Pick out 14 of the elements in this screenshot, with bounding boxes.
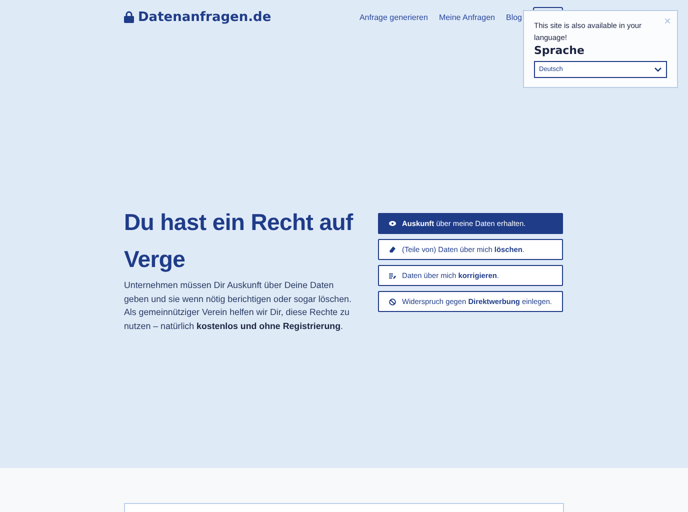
hero-heading: Du hast ein Recht auf Verge <box>124 208 354 274</box>
hero-paragraph: Unternehmen müssen Dir Auskunft über Deine Daten geben und sie wenn nötig berichtigen oder sogar löschen. <box>124 279 352 306</box>
chevron-down-icon <box>654 67 662 72</box>
site-logo[interactable]: Datenanfragen.de <box>138 10 272 24</box>
prohibited-icon <box>389 298 396 306</box>
eraser-icon <box>389 246 396 253</box>
lock-logo-icon <box>124 11 134 23</box>
language-heading: Sprache <box>534 44 586 57</box>
edit-list-icon <box>389 272 396 278</box>
nav-link[interactable]: Meine Anfragen <box>438 12 495 22</box>
hero-paragraph: Als gemeinnütziger Verein helfen wir Dir, diese Rechte zu nutzen – natürlich kostenlos und ohne Registrierung. <box>124 306 350 333</box>
nav-link[interactable]: Blog <box>506 12 522 22</box>
nav-link[interactable]: Anfrage generieren <box>359 12 428 22</box>
eye-icon <box>389 221 396 226</box>
